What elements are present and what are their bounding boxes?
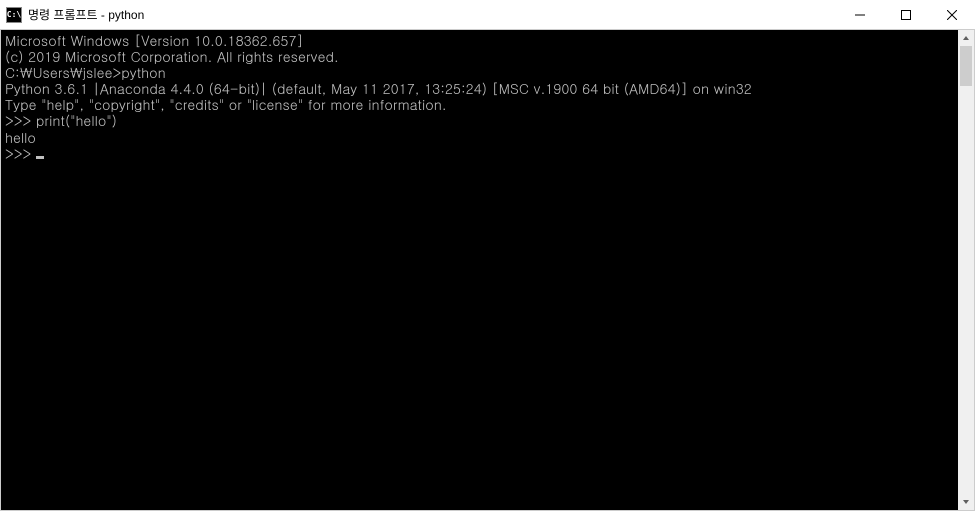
app-icon-label: C:\ xyxy=(7,10,21,19)
terminal[interactable]: Microsoft Windows [Version 10.0.18362.65… xyxy=(1,30,958,510)
cursor xyxy=(36,156,44,159)
terminal-line: Type "help", "copyright", "credits" or "… xyxy=(5,96,954,112)
scroll-down-button[interactable] xyxy=(958,494,974,510)
chevron-down-icon xyxy=(962,498,970,506)
maximize-button[interactable] xyxy=(883,0,929,29)
close-icon xyxy=(947,10,957,20)
terminal-line: >>> xyxy=(5,145,954,161)
terminal-line: >>> print("hello") xyxy=(5,112,954,128)
app-icon: C:\ xyxy=(6,7,22,23)
scroll-thumb[interactable] xyxy=(960,46,972,86)
maximize-icon xyxy=(901,10,911,20)
chevron-up-icon xyxy=(962,34,970,42)
scroll-track[interactable] xyxy=(958,46,974,494)
scroll-up-button[interactable] xyxy=(958,30,974,46)
titlebar[interactable]: C:\ 명령 프롬프트 - python xyxy=(0,0,975,30)
minimize-button[interactable] xyxy=(837,0,883,29)
minimize-icon xyxy=(855,10,865,20)
window-controls xyxy=(837,0,975,29)
terminal-container: Microsoft Windows [Version 10.0.18362.65… xyxy=(0,30,975,511)
close-button[interactable] xyxy=(929,0,975,29)
scrollbar[interactable] xyxy=(958,30,974,510)
terminal-line: hello xyxy=(5,129,954,145)
window-title: 명령 프롬프트 - python xyxy=(28,6,837,23)
